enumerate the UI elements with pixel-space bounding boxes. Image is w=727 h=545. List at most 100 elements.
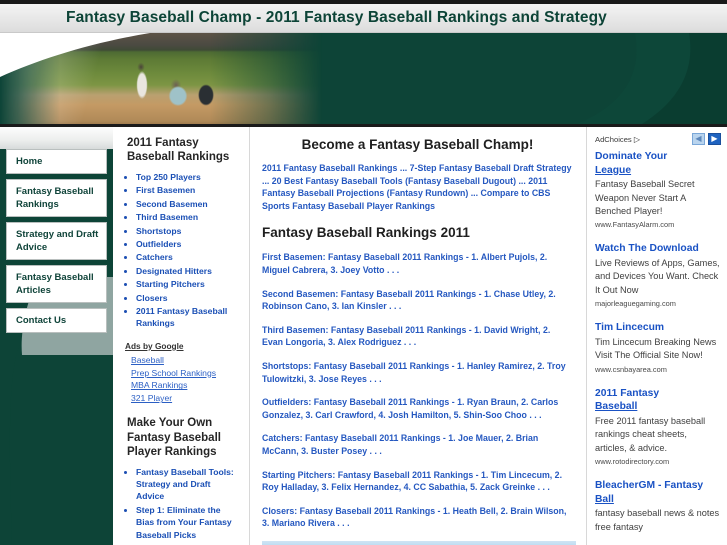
ad-title-line2: Baseball xyxy=(595,401,638,413)
google-ad-link-baseball[interactable]: Baseball xyxy=(131,354,240,367)
ad-unit-watch-the-download: Watch The Download Live Reviews of Apps,… xyxy=(595,242,721,309)
page-title: Fantasy Baseball Champ - 2011 Fantasy Ba… xyxy=(66,9,607,26)
ad-unit-2011-fantasy-baseball: 2011 Fantasy Baseball Free 2011 fantasy b… xyxy=(595,387,721,467)
list-item: Top 250 Players xyxy=(136,171,240,183)
rankings-link-starting-pitchers[interactable]: Starting Pitchers xyxy=(136,279,205,289)
left-sidebar: Home Fantasy Baseball Rankings Strategy … xyxy=(0,127,113,545)
make-your-own-heading: Make Your Own Fantasy Baseball Player Ra… xyxy=(127,417,221,459)
sidebar-item-strategy-and-draft-advice[interactable]: Strategy and Draft Advice xyxy=(6,222,107,260)
ranking-paragraph-closers[interactable]: Closers: Fantasy Baseball 2011 Rankings … xyxy=(262,505,573,530)
chevron-left-icon[interactable]: ◀ xyxy=(692,133,705,145)
banner-swoosh-decoration xyxy=(577,33,727,124)
nav-item-rankings: Fantasy Baseball Rankings xyxy=(6,179,107,217)
list-item: Designated Hitters xyxy=(136,265,240,277)
list-item: 2011 Fantasy Baseball Rankings xyxy=(136,305,240,330)
ad-unit-bleachergm-fantasy-ball: BleacherGM - Fantasy Ball fantasy basebal… xyxy=(595,479,721,534)
nav-item-home: Home xyxy=(6,149,107,174)
rankings-link-second-basemen[interactable]: Second Basemen xyxy=(136,199,208,209)
ranking-paragraph-catchers[interactable]: Catchers: Fantasy Baseball 2011 Rankings… xyxy=(262,432,573,457)
ad-title-line2: Ball xyxy=(595,493,614,505)
list-item: Closers xyxy=(136,292,240,304)
list-item: Fantasy Baseball Tools: Strategy and Dra… xyxy=(136,466,240,503)
ranking-paragraph-shortstops[interactable]: Shortstops: Fantasy Baseball 2011 Rankin… xyxy=(262,360,573,385)
list-item: Outfielders xyxy=(136,238,240,250)
sidebar-item-contact-us[interactable]: Contact Us xyxy=(6,308,107,333)
nav-item-articles: Fantasy Baseball Articles xyxy=(6,265,107,303)
nav-item-strategy: Strategy and Draft Advice xyxy=(6,222,107,260)
main-section-title: Fantasy Baseball Rankings 2011 xyxy=(262,225,470,241)
ad-title-bleachergm-fantasy-ball[interactable]: BleacherGM - Fantasy Ball xyxy=(595,479,721,506)
ad-title-line1: BleacherGM - Fantasy xyxy=(595,480,704,492)
main-navigation: Home Fantasy Baseball Rankings Strategy … xyxy=(6,149,107,338)
ad-carousel-controls: ◀ ▶ xyxy=(692,133,721,145)
rankings-link-list: Top 250 Players First Basemen Second Bas… xyxy=(123,171,240,330)
list-item: Step 1: Eliminate the Bias from Your Fan… xyxy=(136,504,240,541)
ranking-paragraph-third-basemen[interactable]: Third Basemen: Fantasy Baseball 2011 Ran… xyxy=(262,324,573,349)
ad-body-text: Live Reviews of Apps, Games, and Devices… xyxy=(595,258,720,295)
tools-link-fantasy-baseball-tools[interactable]: Fantasy Baseball Tools: Strategy and Dra… xyxy=(136,467,234,502)
rankings-link-shortstops[interactable]: Shortstops xyxy=(136,226,181,236)
ad-body-text: Fantasy Baseball Secret Weapon Never Sta… xyxy=(595,179,695,216)
rankings-link-catchers[interactable]: Catchers xyxy=(136,252,173,262)
main-lead-links[interactable]: 2011 Fantasy Baseball Rankings ... 7-Ste… xyxy=(262,162,573,212)
rankings-link-first-basemen[interactable]: First Basemen xyxy=(136,185,195,195)
rankings-link-outfielders[interactable]: Outfielders xyxy=(136,239,181,249)
list-item: Shortstops xyxy=(136,225,240,237)
sidebar-top-fade xyxy=(0,127,113,149)
ranking-paragraph-second-basemen[interactable]: Second Basemen: Fantasy Baseball 2011 Ra… xyxy=(262,288,573,313)
ads-by-google-block: Ads by Google Baseball Prep School Ranki… xyxy=(125,341,240,405)
ad-display-url: www.csnbayarea.com xyxy=(595,364,667,374)
google-ad-link-mba-rankings[interactable]: MBA Rankings xyxy=(131,379,240,392)
ad-unit-dominate-your-league: Dominate Your League Fantasy Baseball Sec… xyxy=(595,150,721,230)
ads-by-google-heading: Ads by Google xyxy=(125,340,184,351)
right-ads-sidebar: AdChoices ▷ ◀ ▶ Dominate Your League Fant… xyxy=(588,127,727,545)
main-banner-advertisement[interactable]: 2011 FANTASY BASEBALL ▷ xyxy=(262,540,576,545)
ad-display-url: www.FantasyAlarm.com xyxy=(595,220,675,230)
ranking-paragraph-first-basemen[interactable]: First Basemen: Fantasy Baseball 2011 Ran… xyxy=(262,251,573,276)
rankings-column: 2011 Fantasy Baseball Rankings Top 250 P… xyxy=(113,127,250,545)
ad-title-line1: Dominate Your xyxy=(595,151,668,162)
ad-title-tim-lincecum[interactable]: Tim Lincecum xyxy=(595,321,721,335)
ranking-paragraph-outfielders[interactable]: Outfielders: Fantasy Baseball 2011 Ranki… xyxy=(262,396,573,421)
list-item: Third Basemen xyxy=(136,211,240,223)
page-root: Fantasy Baseball Champ - 2011 Fantasy Ba… xyxy=(0,0,727,545)
baseball-photo xyxy=(0,33,330,124)
ad-title-line2: League xyxy=(595,164,632,176)
list-item: First Basemen xyxy=(136,184,240,196)
adchoices-triangle-icon[interactable]: ▷ xyxy=(634,135,640,144)
sidebar-item-fantasy-baseball-rankings[interactable]: Fantasy Baseball Rankings xyxy=(6,179,107,217)
make-your-own-link-list: Fantasy Baseball Tools: Strategy and Dra… xyxy=(123,466,240,545)
ad-body-text: fantasy baseball news & notes free fanta… xyxy=(595,508,720,532)
google-ad-link-321-player[interactable]: 321 Player xyxy=(131,392,240,405)
list-item: Catchers xyxy=(136,251,240,263)
ad-title-2011-fantasy-baseball[interactable]: 2011 Fantasy Baseball xyxy=(595,387,721,414)
chevron-right-icon[interactable]: ▶ xyxy=(708,133,721,145)
site-title-bar: Fantasy Baseball Champ - 2011 Fantasy Ba… xyxy=(0,4,727,33)
main-page-title: Become a Fantasy Baseball Champ! xyxy=(301,137,534,152)
ad-body-text: Tim Lincecum Breaking News Visit The Off… xyxy=(595,336,717,361)
adchoices-header: AdChoices ▷ ◀ ▶ xyxy=(595,133,721,145)
header-banner xyxy=(0,33,727,124)
rankings-link-2011-fantasy-baseball-rankings[interactable]: 2011 Fantasy Baseball Rankings xyxy=(136,306,227,328)
rankings-column-heading: 2011 Fantasy Baseball Rankings xyxy=(127,137,230,163)
rankings-link-third-basemen[interactable]: Third Basemen xyxy=(136,212,198,222)
ad-title-line1: 2011 Fantasy xyxy=(595,387,660,399)
ad-unit-tim-lincecum: Tim Lincecum Tim Lincecum Breaking News … xyxy=(595,321,721,374)
ad-title-watch-the-download[interactable]: Watch The Download xyxy=(595,242,721,256)
content-area: Home Fantasy Baseball Rankings Strategy … xyxy=(0,127,727,545)
google-ad-link-prep-school-rankings[interactable]: Prep School Rankings xyxy=(131,367,240,380)
adchoices-text: AdChoices xyxy=(595,134,632,144)
ad-display-url: www.rotodirectory.com xyxy=(595,457,670,467)
ranking-paragraph-starting-pitchers[interactable]: Starting Pitchers: Fantasy Baseball 2011… xyxy=(262,469,573,494)
rankings-link-designated-hitters[interactable]: Designated Hitters xyxy=(136,266,212,276)
nav-item-contact: Contact Us xyxy=(6,308,107,333)
rankings-link-closers[interactable]: Closers xyxy=(136,293,168,303)
sidebar-item-fantasy-baseball-articles[interactable]: Fantasy Baseball Articles xyxy=(6,265,107,303)
sidebar-item-home[interactable]: Home xyxy=(6,149,107,174)
ad-body-text: Free 2011 fantasy baseball rankings chea… xyxy=(595,415,706,453)
ad-title-dominate-your-league[interactable]: Dominate Your League xyxy=(595,150,721,177)
rankings-link-top-250-players[interactable]: Top 250 Players xyxy=(136,172,201,182)
list-item: Second Basemen xyxy=(136,198,240,210)
list-item: Starting Pitchers xyxy=(136,278,240,290)
tools-link-step-1[interactable]: Step 1: Eliminate the Bias from Your Fan… xyxy=(136,505,232,540)
